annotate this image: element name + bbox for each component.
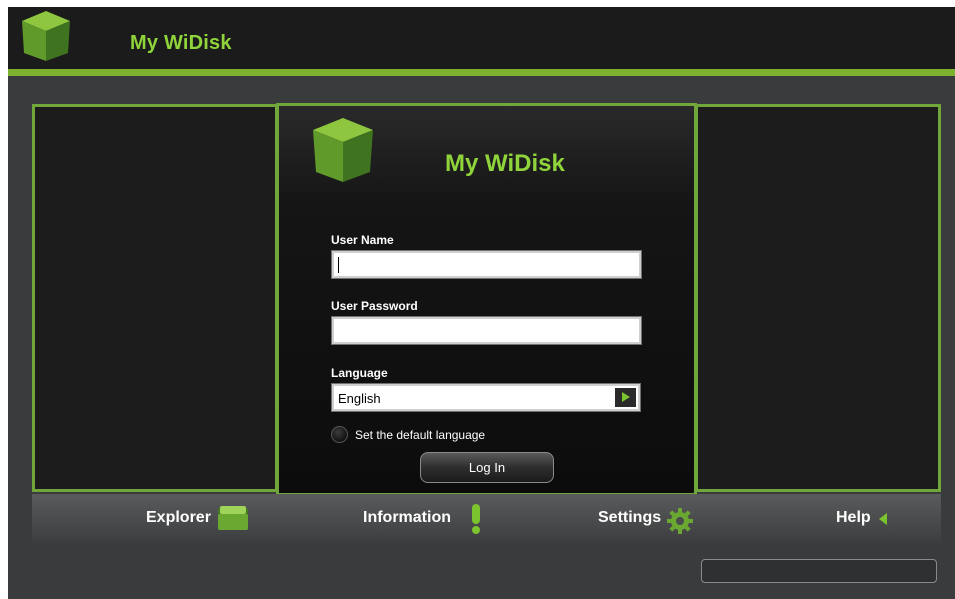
play-arrow-icon (622, 392, 630, 402)
nav-explorer[interactable]: Explorer (146, 509, 211, 527)
login-button[interactable]: Log In (420, 452, 554, 483)
nav-help[interactable]: Help (836, 509, 871, 527)
language-dropdown-button[interactable] (615, 388, 636, 407)
status-box (701, 559, 937, 583)
right-panel (695, 104, 941, 492)
default-language-radio[interactable] (331, 426, 348, 443)
folder-icon[interactable] (217, 505, 249, 531)
password-input[interactable] (331, 316, 642, 345)
chevron-left-icon[interactable] (878, 512, 888, 526)
text-caret (338, 257, 339, 273)
username-input[interactable] (331, 250, 642, 279)
login-title: My WiDisk (445, 150, 565, 177)
language-selected-value: English (338, 391, 381, 406)
nav-settings[interactable]: Settings (598, 509, 661, 527)
default-language-label: Set the default language (355, 428, 486, 442)
cube-logo-icon (22, 11, 70, 61)
left-panel (32, 104, 278, 492)
cube-logo-icon (313, 118, 373, 182)
password-label: User Password (331, 299, 418, 313)
exclamation-icon[interactable] (470, 503, 482, 535)
language-select[interactable]: English (331, 383, 641, 412)
app-title: My WiDisk (130, 32, 232, 54)
header-accent-bar (8, 69, 955, 76)
language-label: Language (331, 366, 388, 380)
gear-icon[interactable] (667, 508, 693, 534)
nav-information[interactable]: Information (363, 509, 451, 527)
username-label: User Name (331, 233, 394, 247)
